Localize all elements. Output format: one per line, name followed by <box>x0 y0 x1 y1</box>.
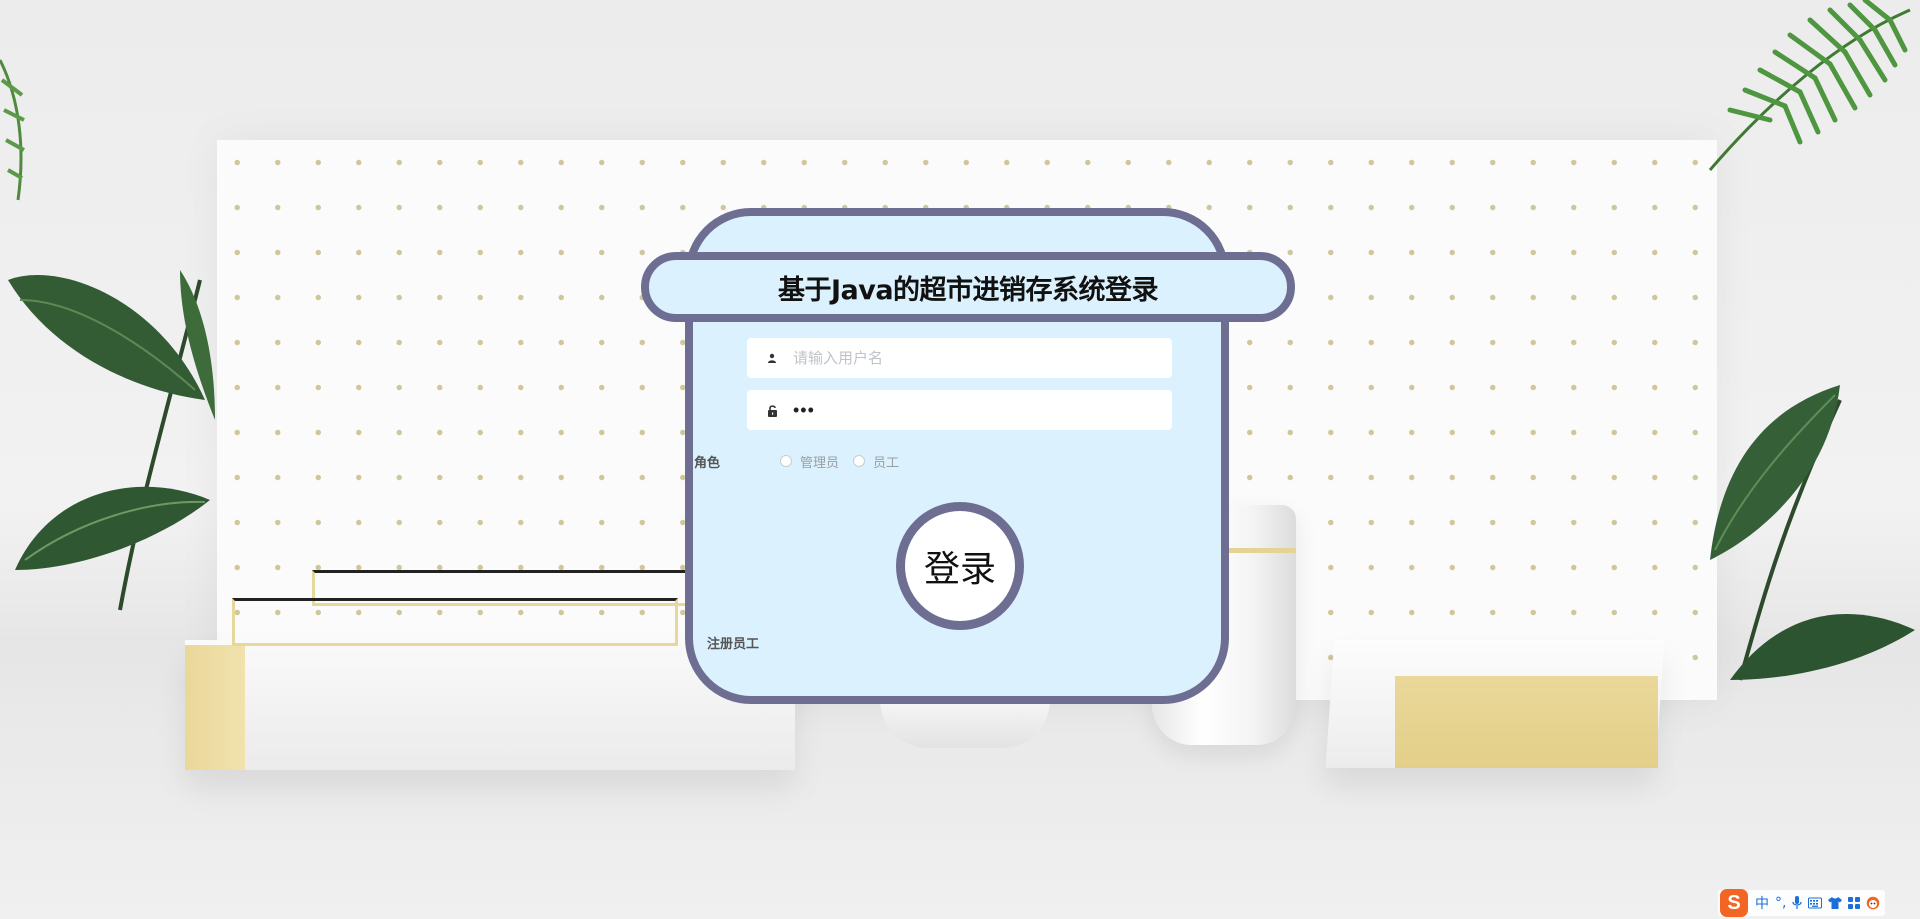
radio-admin[interactable] <box>780 455 792 467</box>
username-input[interactable] <box>791 348 1155 368</box>
palm-frond-left-decoration <box>0 59 25 201</box>
role-option-admin-label: 管理员 <box>800 454 840 470</box>
ime-chinese-mode[interactable]: 中 <box>1755 893 1769 913</box>
plant-left-decoration <box>8 270 215 611</box>
role-option-employee-label: 员工 <box>873 454 900 470</box>
role-selector: 角色 管理员 员工 <box>694 451 913 471</box>
login-button[interactable]: 登录 <box>896 502 1024 630</box>
login-title: 基于Java的超市进销存系统登录 <box>777 274 1159 306</box>
password-field[interactable] <box>747 390 1172 430</box>
display-box-right-gold-decoration <box>1395 676 1658 768</box>
shirt-icon[interactable] <box>1828 897 1843 909</box>
sogou-logo-icon[interactable]: S <box>1720 889 1748 917</box>
grid-icon[interactable] <box>1848 897 1861 909</box>
password-input[interactable] <box>791 398 1155 422</box>
role-option-admin[interactable]: 管理员 <box>780 452 839 471</box>
radio-employee[interactable] <box>853 455 866 467</box>
mic-icon[interactable] <box>1792 896 1803 910</box>
palm-frond-right-decoration <box>1708 0 1911 171</box>
login-page: 基于Java的超市进销存系统登录 角色 管理员 员工 <box>0 0 1920 919</box>
ime-toolbar[interactable]: S 中 °, <box>1718 889 1886 917</box>
register-employee-link[interactable]: 注册员工 <box>707 633 759 652</box>
tray-frame-front-decoration <box>232 598 678 646</box>
keyboard-icon[interactable] <box>1808 897 1823 909</box>
lock-icon <box>757 404 787 417</box>
plant-right-decoration <box>1710 385 1915 681</box>
stool-decoration <box>880 700 1050 748</box>
ime-punctuation-mode[interactable]: °, <box>1775 895 1786 911</box>
role-label: 角色 <box>694 454 721 470</box>
display-box-gold-trim-decoration <box>185 645 245 770</box>
user-icon <box>757 353 787 363</box>
username-field[interactable] <box>747 338 1172 378</box>
login-title-bar: 基于Java的超市进销存系统登录 <box>641 252 1295 322</box>
face-icon[interactable] <box>1866 896 1880 910</box>
role-option-employee[interactable]: 员工 <box>853 452 899 471</box>
